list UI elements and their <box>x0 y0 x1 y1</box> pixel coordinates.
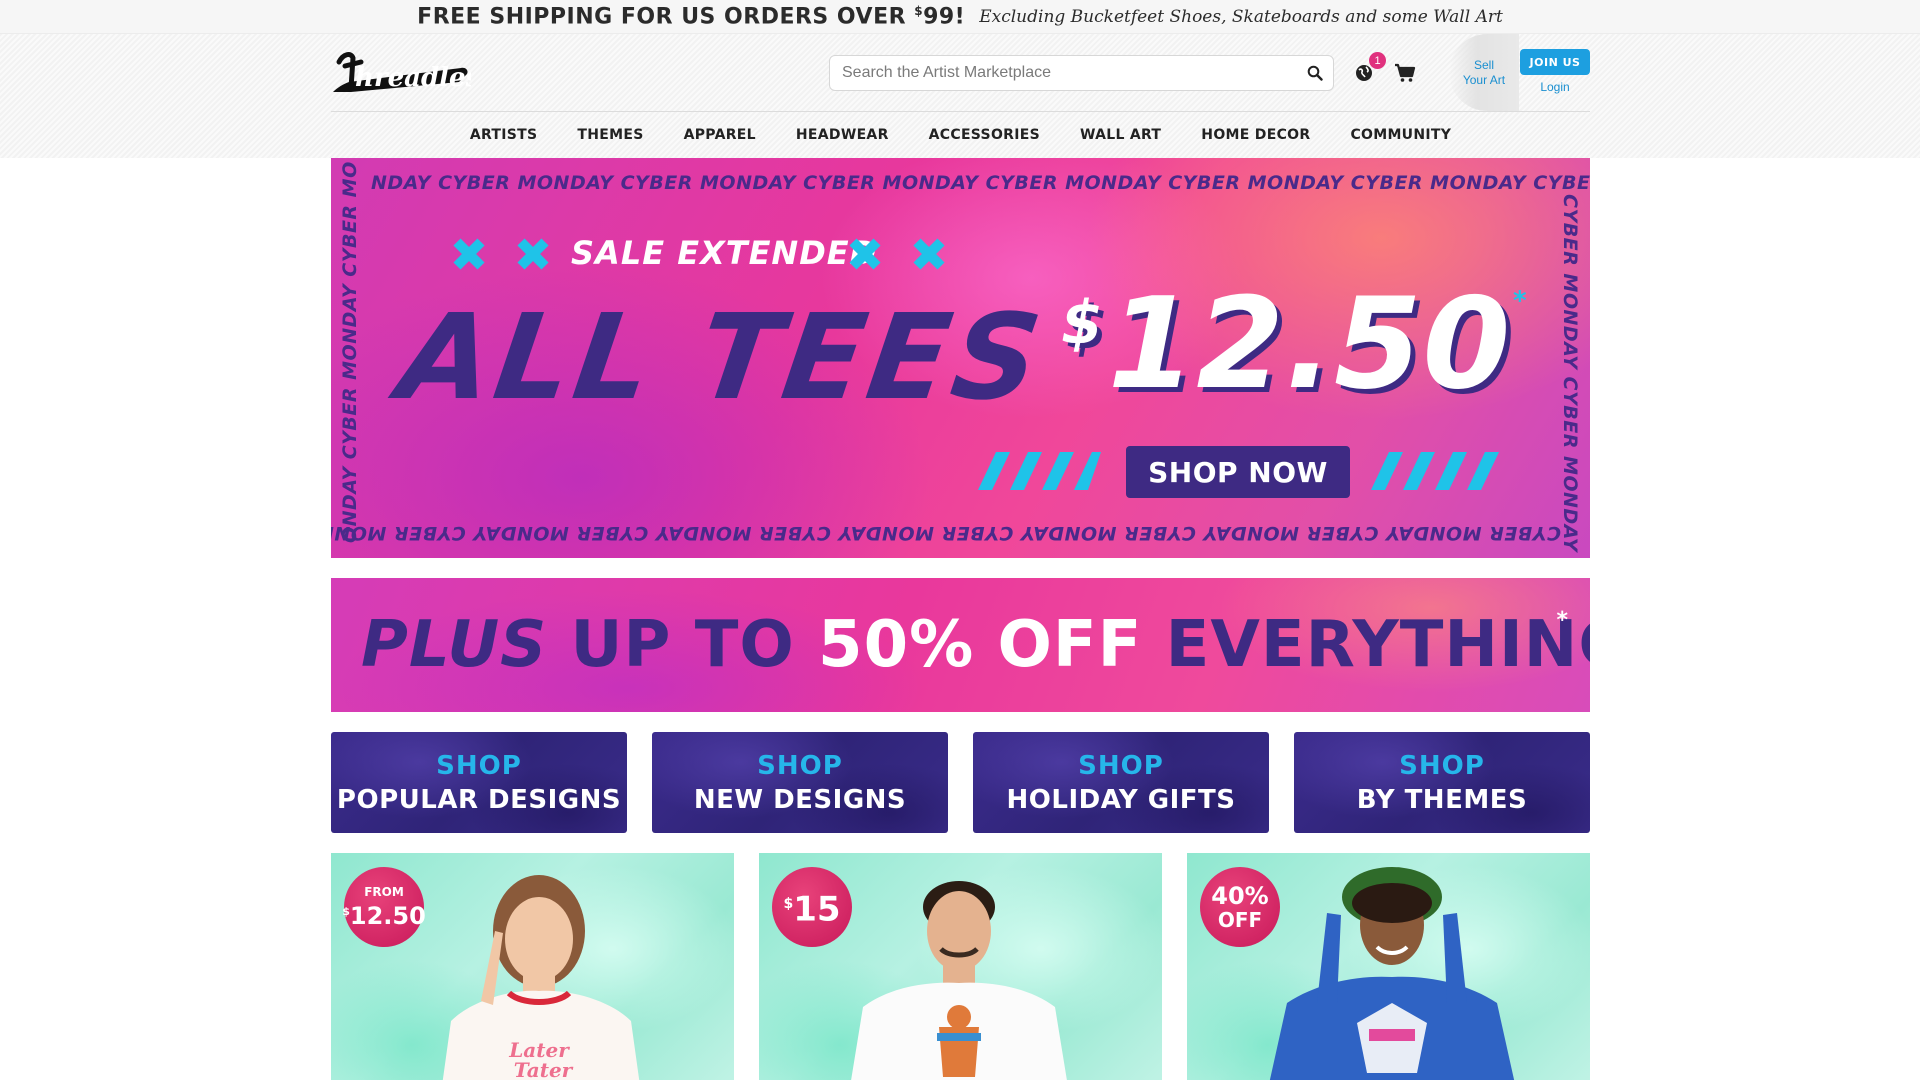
sale-extended-text: SALE EXTENDED <box>571 234 878 272</box>
model-photo-woman: Later Tater <box>442 875 640 1080</box>
price-badge: FROM $12.50 <box>342 867 426 947</box>
threadless-logo-mark: hreadless <box>333 52 495 93</box>
main-nav: ARTISTS THEMES APPAREL HEADWEAR ACCESSOR… <box>331 112 1590 158</box>
nav-item-accessories[interactable]: ACCESSORIES <box>929 127 1040 143</box>
promo-card-15[interactable]: $15 <box>759 853 1162 1080</box>
join-us-button[interactable]: JOIN US <box>1520 49 1590 75</box>
nav-item-apparel[interactable]: APPAREL <box>684 127 756 143</box>
everything-text: EVERYTHING! <box>1165 608 1590 682</box>
tile-label: BY THEMES <box>1356 784 1528 815</box>
shipping-exclusions-text: Excluding Bucketfeet Shoes, Skateboards … <box>979 6 1503 27</box>
search-input[interactable] <box>830 56 1297 90</box>
tile-label: NEW DESIGNS <box>693 784 907 815</box>
shop-holiday-gifts-tile[interactable]: SHOP HOLIDAY GIFTS <box>973 732 1269 833</box>
threadless-logo[interactable]: hreadless <box>331 48 495 96</box>
plus-text: PLUS <box>361 608 548 682</box>
shop-category-tiles: SHOP POPULAR DESIGNS SHOP NEW DESIGNS SH… <box>331 732 1590 833</box>
nav-item-community[interactable]: COMMUNITY <box>1350 127 1451 143</box>
cyber-monday-ticker-right: CYBER MONDAY CYBER MONDAY C <box>1559 194 1581 558</box>
discount-badge: 40% OFF <box>1200 867 1280 947</box>
shop-new-designs-tile[interactable]: SHOP NEW DESIGNS <box>652 732 948 833</box>
cyber-monday-ticker-top: NDAY CYBER MONDAY CYBER MONDAY CYBER MON… <box>371 172 1590 194</box>
svg-text:hreadless: hreadless <box>355 63 471 93</box>
search-button[interactable] <box>1297 56 1333 90</box>
hero-banner[interactable]: NDAY CYBER MONDAY CYBER MONDAY CYBER MON… <box>331 158 1590 558</box>
badge-percent: 40% <box>1211 882 1269 910</box>
sell-line-1: Sell <box>1473 57 1494 72</box>
tile-shop-label: SHOP <box>757 750 843 781</box>
cyber-monday-ticker-left: ONDAY CYBER MONDAY CYBER MO <box>339 161 361 543</box>
shop-by-themes-tile[interactable]: SHOP BY THEMES <box>1294 732 1590 833</box>
cart-icon[interactable] <box>1394 62 1416 84</box>
login-link[interactable]: Login <box>1520 80 1590 94</box>
stripes-decoration-left <box>978 452 1101 490</box>
nav-item-artists[interactable]: ARTISTS <box>470 127 538 143</box>
badge-off: OFF <box>1217 908 1263 932</box>
cyber-monday-ticker-bottom: CYBER MONDAY CYBER MONDAY CYBER MONDAY C… <box>331 522 1561 544</box>
tile-label: POPULAR DESIGNS <box>336 784 622 815</box>
all-tees-headline: ALL TEES <box>391 288 1053 426</box>
tile-shop-label: SHOP <box>436 750 522 781</box>
notification-badge: 1 <box>1369 52 1386 69</box>
up-to-text: UP TO <box>547 608 819 682</box>
shop-now-button[interactable]: SHOP NOW <box>1126 446 1350 498</box>
up-to-50-off-banner[interactable]: PLUS UP TO 50% OFF EVERYTHING! * <box>331 578 1590 712</box>
svg-text:Tater: Tater <box>514 1058 574 1080</box>
nav-item-themes[interactable]: THEMES <box>577 127 643 143</box>
hero-price: $12.50 <box>1061 270 1511 417</box>
search-bar <box>829 55 1334 91</box>
nav-item-home-decor[interactable]: HOME DECOR <box>1201 127 1310 143</box>
free-shipping-text: FREE SHIPPING FOR US ORDERS OVER $99! <box>417 3 966 30</box>
nav-item-wall-art[interactable]: WALL ART <box>1080 127 1161 143</box>
price-value: 12.50 <box>1107 270 1512 417</box>
search-icon <box>1307 65 1323 81</box>
price-currency: $ <box>1061 288 1104 358</box>
promo-card-tees-from-12-50[interactable]: Later Tater FROM $12.50 <box>331 853 734 1080</box>
badge-from: FROM <box>364 885 404 899</box>
stripes-decoration-right <box>1371 452 1499 490</box>
x-mark-icon <box>849 238 881 270</box>
fifty-off-text: 50% OFF <box>818 608 1143 682</box>
sub-banner-asterisk: * <box>1556 608 1568 633</box>
shop-popular-designs-tile[interactable]: SHOP POPULAR DESIGNS <box>331 732 627 833</box>
promo-card-40-off[interactable]: 40% OFF <box>1187 853 1590 1080</box>
site-header: hreadless 1 Sell Your Art <box>0 34 1920 158</box>
price-badge: $15 <box>772 867 852 947</box>
promo-bar: FREE SHIPPING FOR US ORDERS OVER $99! Ex… <box>0 0 1920 34</box>
x-mark-icon <box>517 238 549 270</box>
sell-your-art-link[interactable]: Sell Your Art <box>1463 58 1505 88</box>
sell-line-2: Your Art <box>1462 72 1506 87</box>
tile-label: HOLIDAY GIFTS <box>1006 784 1236 815</box>
x-mark-icon <box>453 238 485 270</box>
badge-price: $15 <box>783 889 841 930</box>
price-asterisk: * <box>1513 286 1527 316</box>
up-to-50-off-text: PLUS UP TO 50% OFF EVERYTHING! <box>361 608 1590 682</box>
model-photo-man <box>851 881 1067 1080</box>
tile-shop-label: SHOP <box>1078 750 1164 781</box>
sell-your-art-area: Sell Your Art <box>1449 34 1519 111</box>
model-photo-wreath <box>1269 867 1515 1080</box>
x-mark-icon <box>913 238 945 270</box>
tile-shop-label: SHOP <box>1399 750 1485 781</box>
badge-price: $12.50 <box>342 902 426 930</box>
promo-cards: Later Tater FROM $12.50 $15 40% OFF <box>331 853 1590 1080</box>
nav-item-headwear[interactable]: HEADWEAR <box>796 127 889 143</box>
